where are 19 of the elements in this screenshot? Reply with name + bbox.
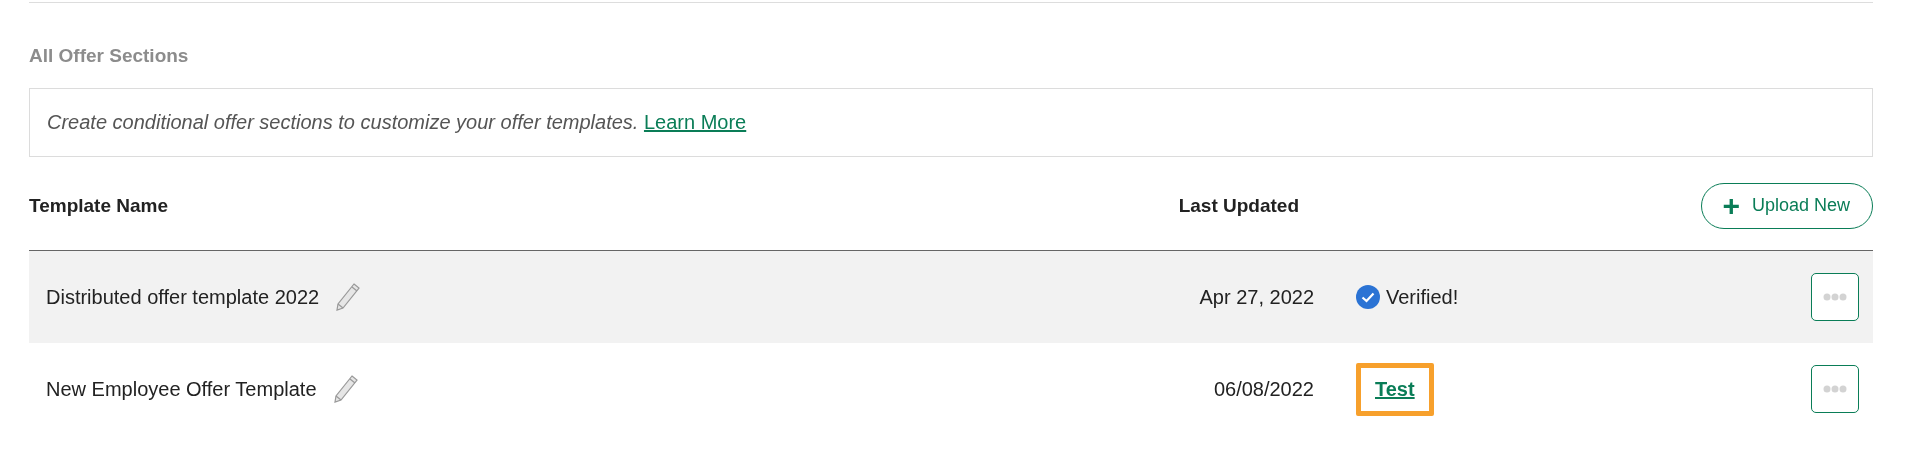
test-link[interactable]: Test xyxy=(1356,362,1434,416)
plus-icon: + xyxy=(1722,190,1740,221)
learn-more-link[interactable]: Learn More xyxy=(643,111,747,133)
upload-new-button[interactable]: + Upload New xyxy=(1701,182,1873,229)
column-header: Template Name xyxy=(29,194,170,217)
date-text: Apr 27, 2022 xyxy=(1198,285,1314,309)
date-text: 06/08/2022 xyxy=(1212,377,1314,401)
check-circle-icon xyxy=(1356,285,1380,309)
more-icon xyxy=(1823,385,1847,393)
section-title: All Offer Sections xyxy=(29,45,190,67)
template-name: New Employee Offer Template xyxy=(46,377,317,401)
template-name: Distributed offer template 2022 xyxy=(46,285,320,309)
more-button[interactable] xyxy=(1811,273,1859,321)
info-text: Create conditional offer sections to customize your offer templates. Learn More xyxy=(47,111,747,134)
more-icon xyxy=(1823,293,1847,301)
column-header: Last Updated xyxy=(1177,194,1299,217)
more-button[interactable] xyxy=(1811,365,1859,413)
pencil-icon[interactable] xyxy=(332,374,359,404)
status-text: Verified! xyxy=(1386,285,1459,309)
